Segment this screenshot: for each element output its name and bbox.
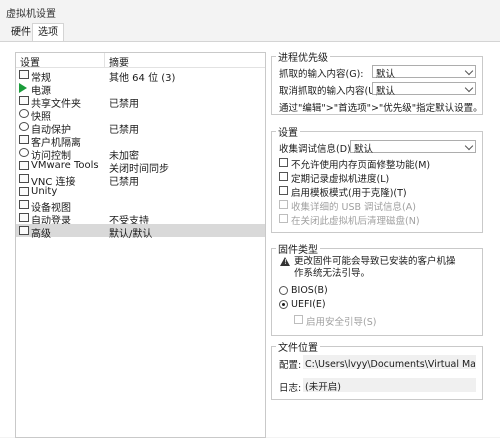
firmware-title: 固件类型	[276, 241, 320, 256]
list-item-general[interactable]: 常规 其他 64 位 (3)	[16, 68, 265, 84]
item-summary: 默认/默认	[109, 229, 153, 240]
device-view-icon	[19, 200, 29, 209]
bios-label: BIOS(B)	[291, 285, 328, 296]
power-icon	[19, 83, 27, 93]
uefi-radio[interactable]	[279, 300, 288, 309]
advanced-icon	[19, 226, 29, 235]
isolation-icon	[19, 135, 29, 144]
config-path-value: C:\Users\lvyy\Documents\Virtual Machines…	[305, 359, 475, 370]
firmware-warning: 更改固件可能会导致已安装的客户机操作系统无法引导。	[294, 256, 456, 279]
collect-debug-select[interactable]: 默认	[350, 140, 476, 155]
grabbed-value: 默认	[376, 69, 396, 80]
list-item-isolation[interactable]: 客户机隔离	[16, 133, 265, 149]
priority-title: 进程优先级	[276, 49, 330, 64]
memory-trim-label: 不允许使用内存页面修整功能(M)	[291, 160, 431, 171]
ungrabbed-value: 默认	[376, 86, 396, 97]
grabbed-label: 抓取的输入内容(G):	[279, 69, 364, 80]
header-summary: 摘要	[109, 58, 129, 69]
chevron-down-icon	[464, 83, 474, 93]
list-item-power[interactable]: 电源	[16, 81, 265, 97]
uefi-label: UEFI(E)	[291, 299, 326, 310]
list-item-advanced[interactable]: 高级 默认/默认	[16, 224, 265, 240]
unity-icon	[19, 187, 29, 196]
general-icon	[19, 70, 29, 79]
warning-icon	[280, 257, 290, 266]
usb-debug-label: 收集详细的 USB 调试信息(A)	[291, 202, 416, 213]
access-control-icon	[19, 148, 29, 157]
log-label: 日志:	[279, 383, 302, 394]
clean-disk-checkbox[interactable]	[279, 214, 288, 223]
template-mode-label: 启用模板模式(用于克隆)(T)	[291, 188, 407, 199]
tab-options[interactable]: 选项	[32, 23, 64, 43]
list-item-shared-folders[interactable]: 共享文件夹 已禁用	[16, 94, 265, 110]
window-title: 虚拟机设置	[6, 9, 56, 20]
shared-folder-icon	[19, 96, 29, 105]
tab-bar: 硬件 选项	[0, 22, 500, 43]
list-item-vmware-tools[interactable]: VMware Tools 关闭时间同步	[16, 159, 265, 175]
memory-trim-checkbox[interactable]	[279, 158, 288, 167]
bios-radio[interactable]	[279, 286, 288, 295]
autologin-icon	[19, 213, 29, 222]
list-item-vnc[interactable]: VNC 连接 已禁用	[16, 172, 265, 188]
item-name: 高级	[31, 229, 51, 240]
priority-group: 进程优先级 抓取的输入内容(G): 默认 取消抓取的输入内容(U): 默认 通过…	[271, 49, 483, 115]
title-bar: 虚拟机设置	[0, 0, 500, 22]
log-progress-label: 定期记录虚拟机进度(L)	[291, 174, 390, 185]
vnc-icon	[19, 174, 29, 183]
ungrabbed-label: 取消抓取的输入内容(U):	[279, 86, 383, 97]
autoprotect-icon	[19, 122, 29, 131]
log-path-field[interactable]: (未开启)	[303, 378, 476, 393]
firmware-group: 固件类型 更改固件可能会导致已安装的客户机操作系统无法引导。 BIOS(B) U…	[271, 241, 483, 336]
list-item-autoprotect[interactable]: 自动保护 已禁用	[16, 120, 265, 136]
list-item-device-view[interactable]: 设备视图	[16, 198, 265, 214]
settings-list-header: 设置 摘要	[16, 53, 265, 69]
file-location-group: 文件位置 配置: C:\Users\lvyy\Documents\Virtual…	[271, 339, 483, 400]
config-path-field[interactable]: C:\Users\lvyy\Documents\Virtual Machines…	[303, 355, 476, 370]
item-name: Unity	[31, 186, 58, 197]
collect-debug-label: 收集调试信息(D):	[279, 144, 354, 155]
list-item-snapshots[interactable]: 快照	[16, 107, 265, 123]
snapshot-icon	[19, 109, 29, 118]
template-mode-checkbox[interactable]	[279, 186, 288, 195]
vmware-tools-icon	[19, 161, 29, 170]
secure-boot-label: 启用安全引导(S)	[306, 317, 377, 328]
item-name: VMware Tools	[31, 160, 99, 171]
settings-title: 设置	[276, 124, 300, 139]
list-item-autologin[interactable]: 自动登录 不受支持	[16, 211, 265, 227]
clean-disk-label: 在关闭此虚拟机后清理磁盘(N)	[291, 216, 420, 227]
header-divider	[104, 53, 105, 67]
options-content: 设置 摘要 常规 其他 64 位 (3) 电源 共享文件夹 已禁用 快照 自动保…	[0, 41, 500, 438]
log-path-value: (未开启)	[305, 382, 341, 393]
list-item-unity[interactable]: Unity	[16, 185, 265, 198]
log-progress-checkbox[interactable]	[279, 172, 288, 181]
chevron-down-icon	[464, 141, 474, 151]
header-settings: 设置	[20, 58, 40, 69]
grabbed-select[interactable]: 默认	[372, 65, 476, 80]
chevron-down-icon	[464, 66, 474, 76]
priority-hint: 通过"编辑">"首选项">"优先级"指定默认设置。	[279, 103, 483, 114]
settings-group: 设置 收集调试信息(D): 默认 不允许使用内存页面修整功能(M) 定期记录虚拟…	[271, 124, 483, 233]
secure-boot-checkbox[interactable]	[294, 315, 303, 324]
usb-debug-checkbox[interactable]	[279, 200, 288, 209]
settings-list[interactable]: 设置 摘要 常规 其他 64 位 (3) 电源 共享文件夹 已禁用 快照 自动保…	[15, 52, 266, 438]
file-location-title: 文件位置	[276, 339, 320, 354]
collect-debug-value: 默认	[354, 144, 374, 155]
config-label: 配置:	[279, 360, 302, 371]
ungrabbed-select[interactable]: 默认	[372, 82, 476, 97]
list-item-access-control[interactable]: 访问控制 未加密	[16, 146, 265, 162]
